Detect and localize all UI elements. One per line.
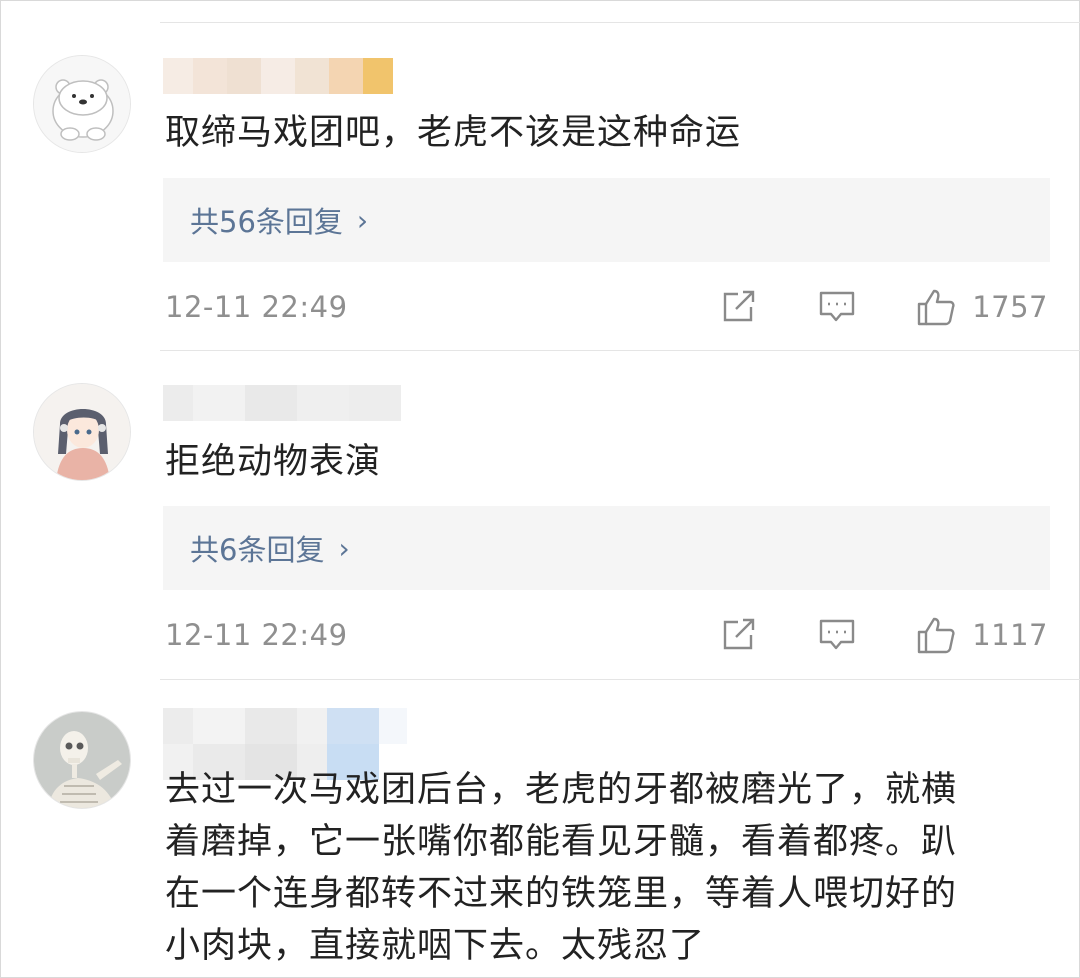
username-blurred[interactable] (163, 385, 401, 421)
divider (160, 22, 1080, 23)
comment-text: 拒绝动物表演 (165, 442, 382, 482)
comment-text: 取缔马戏团吧，老虎不该是这种命运 (165, 113, 742, 153)
timestamp: 12-11 22:49 (165, 618, 348, 652)
comment-icon[interactable] (818, 618, 856, 652)
reply-box: 共56条回复 › (163, 178, 1050, 262)
share-icon[interactable] (721, 290, 757, 324)
comment-meta: 12-11 22:49 1757 (165, 287, 1048, 327)
comment-text-line: 去过一次马戏团后台，老虎的牙都被磨光了，就横 (165, 770, 958, 810)
like-button[interactable]: 1117 (916, 616, 1048, 654)
chevron-right-icon: › (338, 531, 350, 565)
reply-box: 共6条回复 › (163, 506, 1050, 590)
comment-text-line: 小肉块，直接就咽下去。太残忍了 (165, 926, 706, 966)
action-bar: 1117 (721, 615, 1048, 655)
skeleton-avatar[interactable] (33, 711, 131, 809)
comment-icon[interactable] (818, 290, 856, 324)
view-replies-link[interactable]: 共6条回复 › (190, 527, 350, 569)
like-button[interactable]: 1757 (916, 288, 1048, 326)
comment-meta: 12-11 22:49 1117 (165, 615, 1048, 655)
share-icon[interactable] (721, 618, 757, 652)
divider (160, 350, 1080, 351)
comment-text-line: 在一个连身都转不过来的铁笼里，等着人喂切好的 (165, 874, 958, 914)
replies-count-label: 共6条回复 (190, 533, 325, 567)
anime-girl-avatar[interactable] (33, 383, 131, 481)
thumbs-up-icon (917, 617, 955, 654)
action-bar: 1757 (721, 287, 1048, 327)
timestamp: 12-11 22:49 (165, 290, 348, 324)
chevron-right-icon: › (356, 203, 369, 237)
replies-count-label: 共56条回复 (190, 205, 343, 239)
view-replies-link[interactable]: 共56条回复 › (190, 199, 368, 241)
like-count: 1117 (972, 618, 1048, 652)
comment-text-line: 着磨掉，它一张嘴你都能看见牙髓，看着都疼。趴 (165, 822, 958, 862)
username-blurred[interactable] (163, 708, 407, 744)
like-count: 1757 (972, 290, 1048, 324)
thumbs-up-icon (917, 289, 955, 326)
username-blurred[interactable] (163, 58, 393, 94)
divider (160, 679, 1080, 680)
polar-bear-avatar[interactable] (33, 55, 131, 153)
